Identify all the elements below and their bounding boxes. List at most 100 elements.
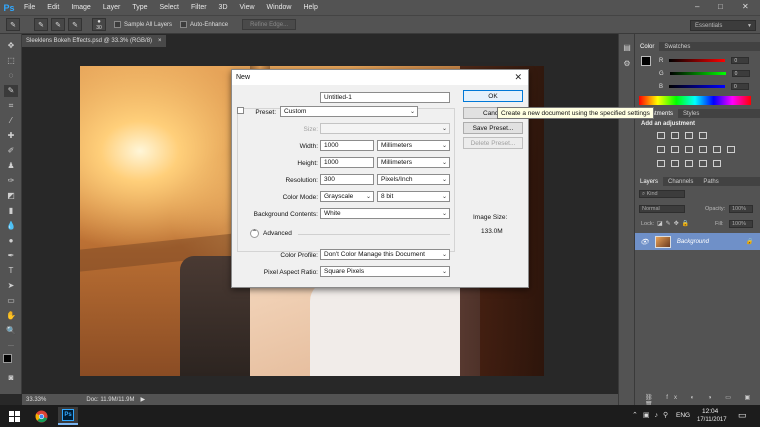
name-input[interactable]: Untitled-1	[320, 92, 450, 103]
history-brush-tool-icon[interactable]: ✑	[4, 175, 18, 187]
color-profile-select[interactable]: Don't Color Manage this Document ⌄	[320, 249, 450, 260]
gradient-tool-icon[interactable]: ▮	[4, 205, 18, 217]
brightness-contrast-icon[interactable]	[657, 132, 665, 139]
green-slider-bar[interactable]	[669, 72, 726, 75]
save-preset-button[interactable]: Save Preset...	[463, 122, 523, 134]
selective-color-icon[interactable]	[699, 160, 707, 167]
menu-layer[interactable]: Layer	[97, 4, 127, 11]
workspace-select[interactable]: Essentials ▼	[690, 20, 756, 31]
add-selection-icon[interactable]: ✎	[51, 18, 65, 31]
black-white-icon[interactable]	[699, 146, 707, 153]
color-balance-icon[interactable]	[685, 146, 693, 153]
width-unit-select[interactable]: Millimeters ⌄	[377, 140, 450, 151]
tab-layers[interactable]: Layers	[635, 177, 664, 186]
shape-tool-icon[interactable]: ▭	[4, 295, 18, 307]
green-value[interactable]: 0	[731, 70, 750, 77]
menu-type[interactable]: Type	[126, 4, 153, 11]
language-indicator[interactable]: ENG	[676, 412, 690, 419]
pen-tool-icon[interactable]: ✒	[4, 250, 18, 262]
menu-3d[interactable]: 3D	[213, 4, 234, 11]
color-fg-swatch[interactable]	[641, 56, 651, 66]
blue-value[interactable]: 0	[731, 83, 750, 90]
lock-icons[interactable]: ◪✎✥🔒	[657, 220, 692, 227]
red-value[interactable]: 0	[731, 57, 750, 64]
zoom-tool-icon[interactable]: 🔍	[4, 325, 18, 337]
blue-slider-bar[interactable]	[669, 85, 726, 88]
color-mode-select[interactable]: Grayscale ⌄	[320, 191, 374, 202]
photo-filter-icon[interactable]	[713, 146, 721, 153]
red-slider-bar[interactable]	[669, 59, 726, 62]
new-selection-icon[interactable]: ✎	[34, 18, 48, 31]
foreground-color-swatch[interactable]	[3, 354, 12, 363]
document-tab[interactable]: Sleeklens Bokeh Effects.psd @ 33.3% (RGB…	[22, 35, 166, 47]
posterize-icon[interactable]	[671, 160, 679, 167]
healing-brush-tool-icon[interactable]: ✚	[4, 130, 18, 142]
auto-enhance-checkbox[interactable]	[180, 21, 188, 28]
channel-mixer-icon[interactable]	[727, 146, 735, 153]
preset-select[interactable]: Custom ⌄	[280, 106, 418, 117]
close-window-icon[interactable]: ✕	[742, 2, 749, 11]
system-tray-icons[interactable]: ⌃▣♪⚲	[632, 411, 673, 419]
menu-filter[interactable]: Filter	[185, 4, 213, 11]
minimize-icon[interactable]: –	[695, 2, 699, 11]
menu-window[interactable]: Window	[261, 4, 298, 11]
history-panel-icon[interactable]: ▤	[620, 42, 634, 54]
quick-selection-tool-icon[interactable]: ✎	[4, 85, 18, 97]
tab-swatches[interactable]: Swatches	[659, 42, 695, 51]
bit-depth-select[interactable]: 8 bit ⌄	[377, 191, 450, 202]
status-arrow-icon[interactable]: ▶	[141, 396, 146, 403]
menu-edit[interactable]: Edit	[41, 4, 65, 11]
refine-edge-button[interactable]: Refine Edge...	[242, 19, 297, 30]
tab-styles[interactable]: Styles	[678, 109, 704, 118]
notifications-icon[interactable]: ▭	[738, 410, 747, 421]
menu-select[interactable]: Select	[154, 4, 185, 11]
eyedropper-tool-icon[interactable]: ⁄	[4, 115, 18, 127]
layer-row-background[interactable]: 👁 Background 🔒	[635, 233, 760, 250]
photoshop-taskbar-icon[interactable]: Ps	[58, 407, 78, 425]
blur-tool-icon[interactable]: 💧	[4, 220, 18, 232]
layer-kind-filter[interactable]: ⌕ Kind	[639, 190, 685, 198]
brush-tool-icon[interactable]: ✐	[4, 145, 18, 157]
path-selection-tool-icon[interactable]: ➤	[4, 280, 18, 292]
properties-panel-icon[interactable]: ⚙	[620, 58, 634, 70]
menu-help[interactable]: Help	[297, 4, 323, 11]
more-tools-icon[interactable]: ···	[4, 340, 18, 352]
sample-all-layers-checkbox[interactable]	[114, 21, 121, 28]
advanced-label[interactable]: Advanced	[263, 230, 292, 237]
invert-icon[interactable]	[657, 160, 665, 167]
maximize-icon[interactable]: □	[718, 2, 723, 11]
tab-color[interactable]: Color	[635, 42, 660, 51]
menu-image[interactable]: Image	[65, 4, 96, 11]
menu-file[interactable]: File	[18, 4, 41, 11]
ok-button[interactable]: OK	[463, 90, 523, 102]
marquee-tool-icon[interactable]: ⬚	[4, 55, 18, 67]
lasso-tool-icon[interactable]: ◌	[4, 70, 18, 82]
quick-selection-preset-icon[interactable]: ✎	[6, 18, 20, 31]
menu-view[interactable]: View	[234, 4, 261, 11]
resolution-input[interactable]: 300	[320, 174, 374, 185]
clone-stamp-tool-icon[interactable]: ♟	[4, 160, 18, 172]
color-spectrum-ramp[interactable]	[639, 96, 751, 105]
windows-start-icon[interactable]	[4, 407, 24, 425]
resolution-unit-select[interactable]: Pixels/Inch ⌄	[377, 174, 450, 185]
hand-tool-icon[interactable]: ✋	[4, 310, 18, 322]
slider-red[interactable]: R 0	[659, 56, 750, 65]
blend-mode-select[interactable]: Normal	[639, 205, 685, 213]
eraser-tool-icon[interactable]: ◩	[4, 190, 18, 202]
move-tool-icon[interactable]: ✥	[4, 40, 18, 52]
levels-icon[interactable]	[671, 132, 679, 139]
size-select[interactable]: ⌄	[320, 123, 450, 134]
delete-preset-button[interactable]: Delete Preset...	[463, 137, 523, 149]
hue-saturation-icon[interactable]	[671, 146, 679, 153]
tab-paths[interactable]: Paths	[698, 177, 723, 186]
brush-size-picker[interactable]: ● 30	[92, 18, 106, 31]
quick-mask-icon[interactable]: ◙	[4, 372, 18, 384]
exposure-icon[interactable]	[699, 132, 707, 139]
close-icon[interactable]: ✕	[514, 72, 522, 83]
gradient-map-icon[interactable]	[713, 160, 721, 167]
type-tool-icon[interactable]: T	[4, 265, 18, 277]
slider-blue[interactable]: B 0	[659, 82, 750, 91]
close-tab-icon[interactable]: ×	[158, 38, 162, 44]
threshold-icon[interactable]	[685, 160, 693, 167]
zoom-level[interactable]: 33.33%	[26, 397, 46, 403]
